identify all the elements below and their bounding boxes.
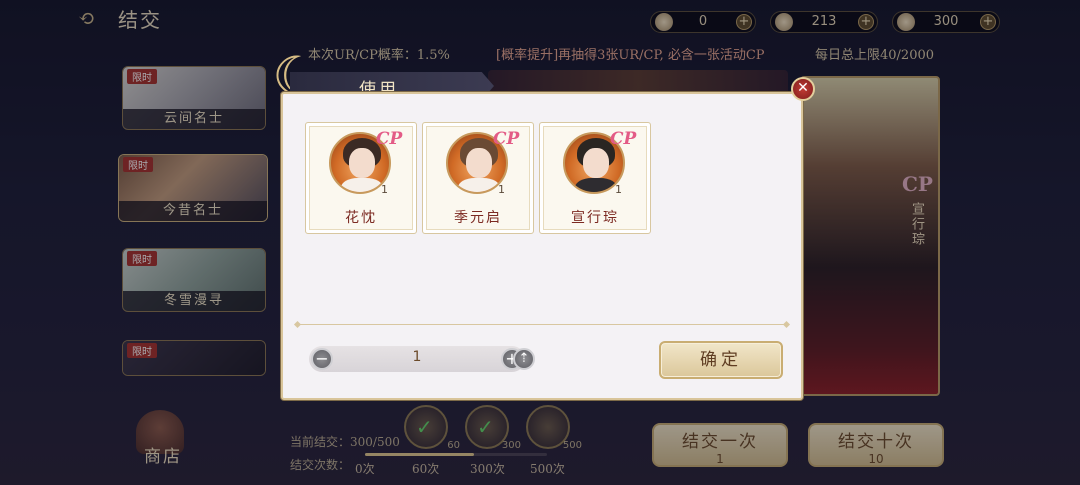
cp-card-hua-chen[interactable]: CP 1 花忱 <box>305 122 417 234</box>
cp-badge-icon: CP <box>376 129 403 149</box>
card-count: 1 <box>381 183 388 196</box>
card-count: 1 <box>615 183 622 196</box>
close-button[interactable]: ✕ <box>791 77 815 101</box>
card-name: 季元启 <box>454 210 502 226</box>
max-quantity-button[interactable]: ⇡ <box>513 348 535 370</box>
card-name: 花忱 <box>345 210 377 226</box>
decrease-button[interactable]: − <box>311 348 333 370</box>
cp-badge-icon: CP <box>493 129 520 149</box>
cp-badge-icon: CP <box>610 129 637 149</box>
quantity-stepper: − 1 + <box>309 346 525 372</box>
card-count: 1 <box>498 183 505 196</box>
cp-card-ji-yuanqi[interactable]: CP 1 季元启 <box>422 122 534 234</box>
confirm-button[interactable]: 确定 <box>659 341 783 379</box>
use-item-dialog: CP 1 花忱 CP 1 季元启 CP 1 宣行琮 − 1 + ⇡ 确定 <box>281 92 803 400</box>
card-name: 宣行琮 <box>571 210 619 226</box>
cp-card-xuan-xingcong[interactable]: CP 1 宣行琮 <box>539 122 651 234</box>
divider <box>297 324 787 325</box>
quantity-value[interactable]: 1 <box>339 349 495 365</box>
